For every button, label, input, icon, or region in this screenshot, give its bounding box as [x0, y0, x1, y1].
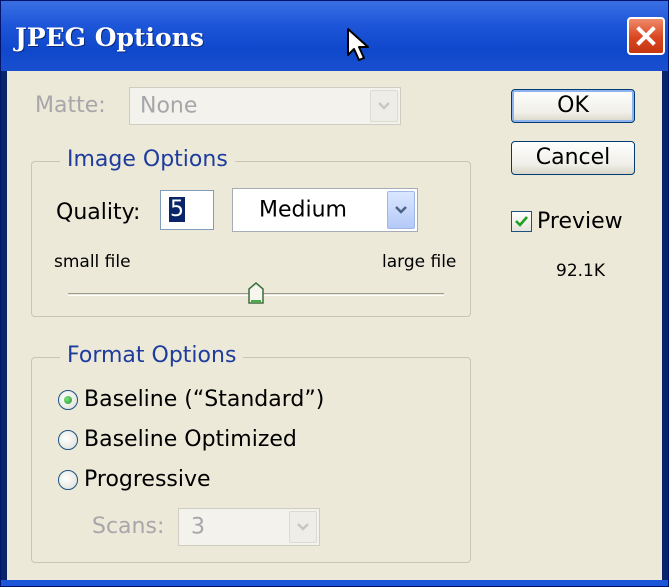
cancel-button[interactable]: Cancel: [511, 141, 635, 175]
window-bottom-border: [1, 580, 668, 586]
matte-value: None: [140, 93, 198, 119]
large-file-label: large file: [382, 252, 457, 272]
baseline-optimized-radio[interactable]: [58, 430, 78, 450]
scans-label: Scans:: [92, 514, 165, 539]
scans-select[interactable]: 3: [178, 508, 320, 546]
file-size-readout: 92.1K: [556, 261, 605, 281]
chevron-down-icon: [297, 523, 309, 531]
quality-value: 5: [169, 197, 185, 222]
title-bar[interactable]: JPEG Options: [1, 1, 668, 71]
image-options-legend: Image Options: [60, 147, 235, 172]
baseline-standard-radio[interactable]: [58, 390, 78, 410]
quality-label: Quality:: [56, 200, 141, 225]
ok-button[interactable]: OK: [511, 89, 635, 123]
baseline-standard-label[interactable]: Baseline (“Standard”): [84, 387, 324, 412]
preview-label[interactable]: Preview: [537, 209, 623, 234]
jpeg-options-dialog: JPEG Options Matte: None Image Options Q…: [0, 0, 669, 587]
small-file-label: small file: [54, 252, 131, 272]
format-options-group: Format Options Baseline (“Standard”) Bas…: [31, 343, 471, 563]
mouse-pointer-icon: [346, 27, 374, 69]
chevron-down-icon: [395, 206, 407, 214]
matte-dropdown-button[interactable]: [370, 90, 398, 122]
progressive-radio[interactable]: [58, 470, 78, 490]
quality-preset-value: Medium: [259, 197, 347, 223]
preview-checkbox[interactable]: [511, 211, 532, 232]
matte-label: Matte:: [35, 93, 106, 118]
scans-value: 3: [191, 514, 205, 540]
close-button[interactable]: [627, 17, 665, 55]
scans-dropdown-button[interactable]: [289, 511, 317, 543]
window-title: JPEG Options: [15, 23, 204, 52]
image-options-group: Image Options Quality: 5 Medium small fi…: [31, 147, 471, 317]
quality-slider-thumb[interactable]: [248, 282, 264, 304]
matte-select[interactable]: None: [129, 87, 401, 125]
checkmark-icon: [515, 216, 528, 227]
progressive-label[interactable]: Progressive: [84, 467, 211, 492]
quality-preset-dropdown-button[interactable]: [387, 191, 415, 229]
close-x-icon: [636, 26, 656, 46]
quality-preset-select[interactable]: Medium: [232, 188, 418, 232]
baseline-optimized-label[interactable]: Baseline Optimized: [84, 427, 297, 452]
chevron-down-icon: [378, 102, 390, 110]
dialog-client-area: Matte: None Image Options Quality: 5 Med…: [7, 71, 662, 580]
format-options-legend: Format Options: [60, 343, 244, 368]
quality-input[interactable]: 5: [160, 190, 214, 230]
